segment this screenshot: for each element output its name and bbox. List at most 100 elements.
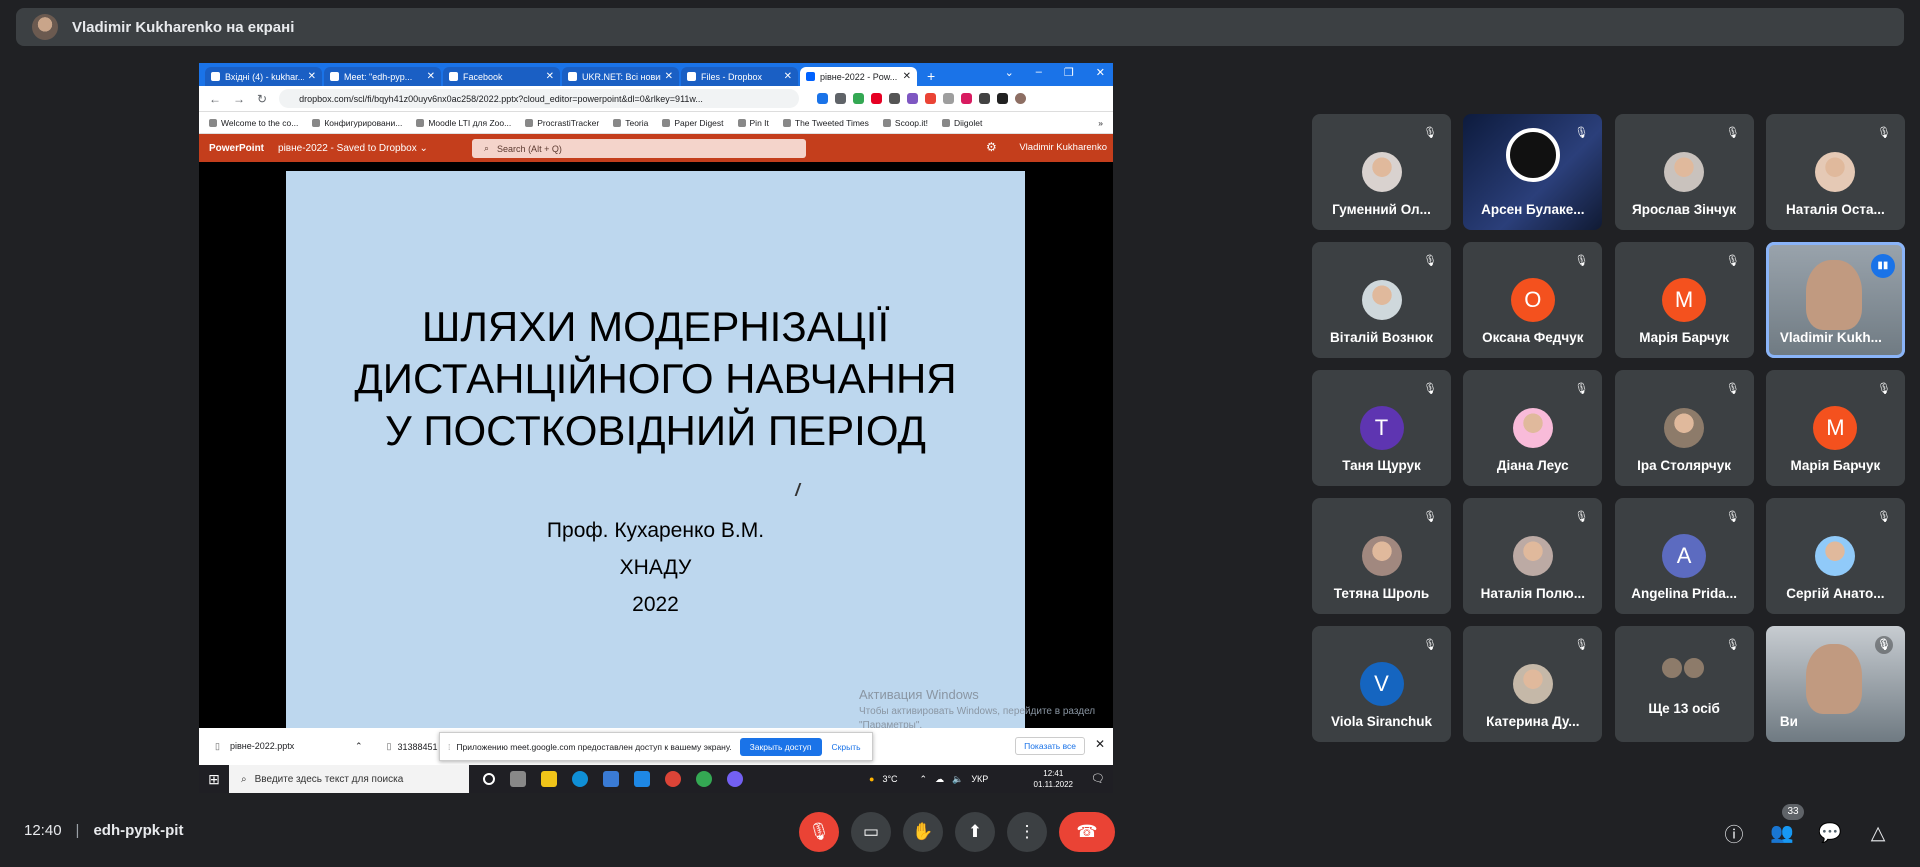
maximize-icon[interactable]: ❐ — [1064, 66, 1074, 79]
meeting-details-button[interactable]: ⓘ — [1719, 818, 1749, 848]
participant-tile[interactable]: 🎙 Ярослав Зінчук — [1614, 114, 1754, 230]
browser-tab[interactable]: Files - Dropbox ✕ — [681, 67, 798, 86]
close-icon[interactable]: ✕ — [1095, 737, 1105, 751]
browser-tab[interactable]: UKR.NET: Всі новин...✕ — [562, 67, 679, 86]
activities-button[interactable]: △ — [1863, 818, 1893, 848]
powerpoint-search-input[interactable]: ⌕ Search (Alt + Q) — [472, 139, 806, 158]
participant-tile[interactable]: 🎙 Наталія Полю... — [1463, 498, 1603, 614]
tab-close-icon[interactable]: ✕ — [665, 71, 673, 82]
leave-call-button[interactable]: ☎ — [1059, 812, 1115, 852]
cortana-icon[interactable] — [483, 773, 495, 785]
browser-tab[interactable]: Facebook ✕ — [443, 67, 560, 86]
forward-icon[interactable]: → — [233, 92, 245, 106]
participant-tile[interactable]: О 🎙 Оксана Федчук — [1463, 242, 1603, 358]
bookmark[interactable]: Moodle LTI для Zoo... — [416, 118, 511, 128]
download-item[interactable]: рівне-2022.pptx — [215, 741, 355, 752]
chevron-up-icon[interactable]: ⌃ — [920, 774, 928, 785]
volume-icon[interactable]: 🔈 — [952, 774, 963, 785]
participant-tile[interactable]: 🎙 Діана Леус — [1463, 370, 1603, 486]
participant-tile[interactable]: M 🎙 Марія Барчук — [1614, 242, 1754, 358]
tab-close-icon[interactable]: ✕ — [784, 71, 792, 82]
close-icon[interactable]: ✕ — [1096, 66, 1105, 79]
raise-hand-button[interactable]: ✋ — [903, 812, 943, 852]
participant-tile[interactable]: A 🎙 Angelina Prida... — [1614, 498, 1754, 614]
chat-button[interactable]: 💬 — [1815, 818, 1845, 848]
extension-icon[interactable] — [817, 93, 829, 104]
mail-icon[interactable] — [634, 771, 650, 787]
bookmark[interactable]: Scoop.it! — [883, 118, 928, 128]
chrome-icon[interactable] — [696, 771, 712, 787]
hide-notice-button[interactable]: Скрыть — [832, 742, 861, 752]
people-button[interactable]: 👥 — [1767, 818, 1797, 848]
extension-icon[interactable] — [997, 93, 1009, 104]
bookmark[interactable]: ProcrastiTracker — [525, 118, 599, 128]
extension-icon[interactable] — [943, 93, 955, 104]
bookmark[interactable]: Paper Digest — [662, 118, 723, 128]
weather-temperature[interactable]: 3°C — [882, 774, 897, 784]
participant-tile[interactable]: 🎙 Ви — [1765, 626, 1905, 742]
tab-close-icon[interactable]: ✕ — [546, 71, 554, 82]
bookmark[interactable]: Welcome to the co... — [209, 118, 298, 128]
show-all-downloads-button[interactable]: Показать все — [1015, 737, 1085, 755]
tab-close-icon[interactable]: ✕ — [903, 71, 911, 82]
powerpoint-user-name[interactable]: Vladimir Kukharenko — [1019, 142, 1107, 153]
minimize-icon[interactable]: – — [1036, 66, 1042, 79]
tab-close-icon[interactable]: ✕ — [427, 71, 435, 82]
new-tab-button[interactable]: + — [927, 68, 935, 84]
participant-tile[interactable]: 🎙 Сергій Анато... — [1765, 498, 1905, 614]
gear-icon[interactable]: ⚙ — [986, 140, 997, 154]
taskbar-clock[interactable]: 12:41 01.11.2022 — [1034, 768, 1073, 790]
more-options-button[interactable]: ⋮ — [1007, 812, 1047, 852]
extension-icon[interactable] — [907, 93, 919, 104]
extension-icon[interactable] — [871, 93, 883, 104]
document-title[interactable]: рівне-2022 - Saved to Dropbox ⌄ — [278, 143, 428, 154]
participant-tile[interactable]: 🎙 Катерина Ду... — [1463, 626, 1603, 742]
bookmark[interactable]: Конфигурировани... — [312, 118, 402, 128]
browser-tab-active[interactable]: рівне-2022 - Pow... ✕ — [800, 67, 917, 86]
extension-icon[interactable] — [925, 93, 937, 104]
bookmark[interactable]: Diigolet — [942, 118, 982, 128]
notifications-icon[interactable]: 🗨 — [1091, 772, 1105, 785]
browser-tab[interactable]: Meet: "edh-pyp... ✕ — [324, 67, 441, 86]
drag-handle-icon[interactable]: ⁞ — [448, 742, 450, 752]
camera-toggle-button[interactable]: ▭ — [851, 812, 891, 852]
chrome-icon[interactable] — [665, 771, 681, 787]
task-view-icon[interactable] — [510, 771, 526, 787]
chevron-up-icon[interactable]: ⌃ — [355, 741, 363, 752]
participant-tile[interactable]: 🎙 Віталій Вознюк — [1312, 242, 1451, 358]
extension-icon[interactable] — [961, 93, 973, 104]
stop-sharing-button[interactable]: Закрыть доступ — [739, 737, 822, 756]
bookmarks-more-button[interactable]: » — [1098, 118, 1103, 128]
extension-icon[interactable] — [853, 93, 865, 104]
windows-start-icon[interactable]: ⊞ — [199, 771, 229, 788]
present-button[interactable]: ⬆ — [955, 812, 995, 852]
chevron-down-icon[interactable]: ⌄ — [1005, 66, 1014, 79]
language-indicator[interactable]: УКР — [971, 774, 988, 784]
participant-tile[interactable]: 🎙 Іра Столярчук — [1614, 370, 1754, 486]
network-icon[interactable]: ☁ — [935, 774, 944, 785]
url-field[interactable]: dropbox.com/scl/fi/bqyh41z00uyv6nx0ac258… — [279, 89, 800, 108]
participant-tile[interactable]: 🎙 Арсен Булаке... — [1463, 114, 1603, 230]
back-icon[interactable]: ← — [209, 92, 221, 106]
file-explorer-icon[interactable] — [541, 771, 557, 787]
store-icon[interactable] — [603, 771, 619, 787]
tab-close-icon[interactable]: ✕ — [308, 71, 316, 82]
bookmark[interactable]: The Tweeted Times — [783, 118, 869, 128]
participant-tile[interactable]: V 🎙 Viola Siranchuk — [1312, 626, 1451, 742]
powerpoint-app-name[interactable]: PowerPoint — [209, 143, 264, 154]
bookmark[interactable]: Teoria — [613, 118, 648, 128]
participant-tile[interactable]: 🎙 Гуменний Ол... — [1312, 114, 1451, 230]
participant-tile[interactable]: 🎙 Наталія Оста... — [1765, 114, 1905, 230]
extension-icon[interactable] — [889, 93, 901, 104]
participant-tile[interactable]: 🎙 Тетяна Шроль — [1312, 498, 1451, 614]
bookmark[interactable]: Pin It — [738, 118, 769, 128]
weather-icon[interactable]: ● — [869, 774, 874, 784]
viber-icon[interactable] — [727, 771, 743, 787]
browser-tab[interactable]: Вхідні (4) - kukhar... ✕ — [205, 67, 322, 86]
extension-icon[interactable] — [979, 93, 991, 104]
participant-tile[interactable]: 🎙 Ще 13 осіб — [1614, 626, 1754, 742]
mic-toggle-button[interactable]: 🎙 — [799, 812, 839, 852]
participant-tile[interactable]: T 🎙 Таня Щурук — [1312, 370, 1451, 486]
participant-tile[interactable]: ▮▮ Vladimir Kukh... — [1765, 242, 1905, 358]
participant-tile[interactable]: M 🎙 Марія Барчук — [1765, 370, 1905, 486]
